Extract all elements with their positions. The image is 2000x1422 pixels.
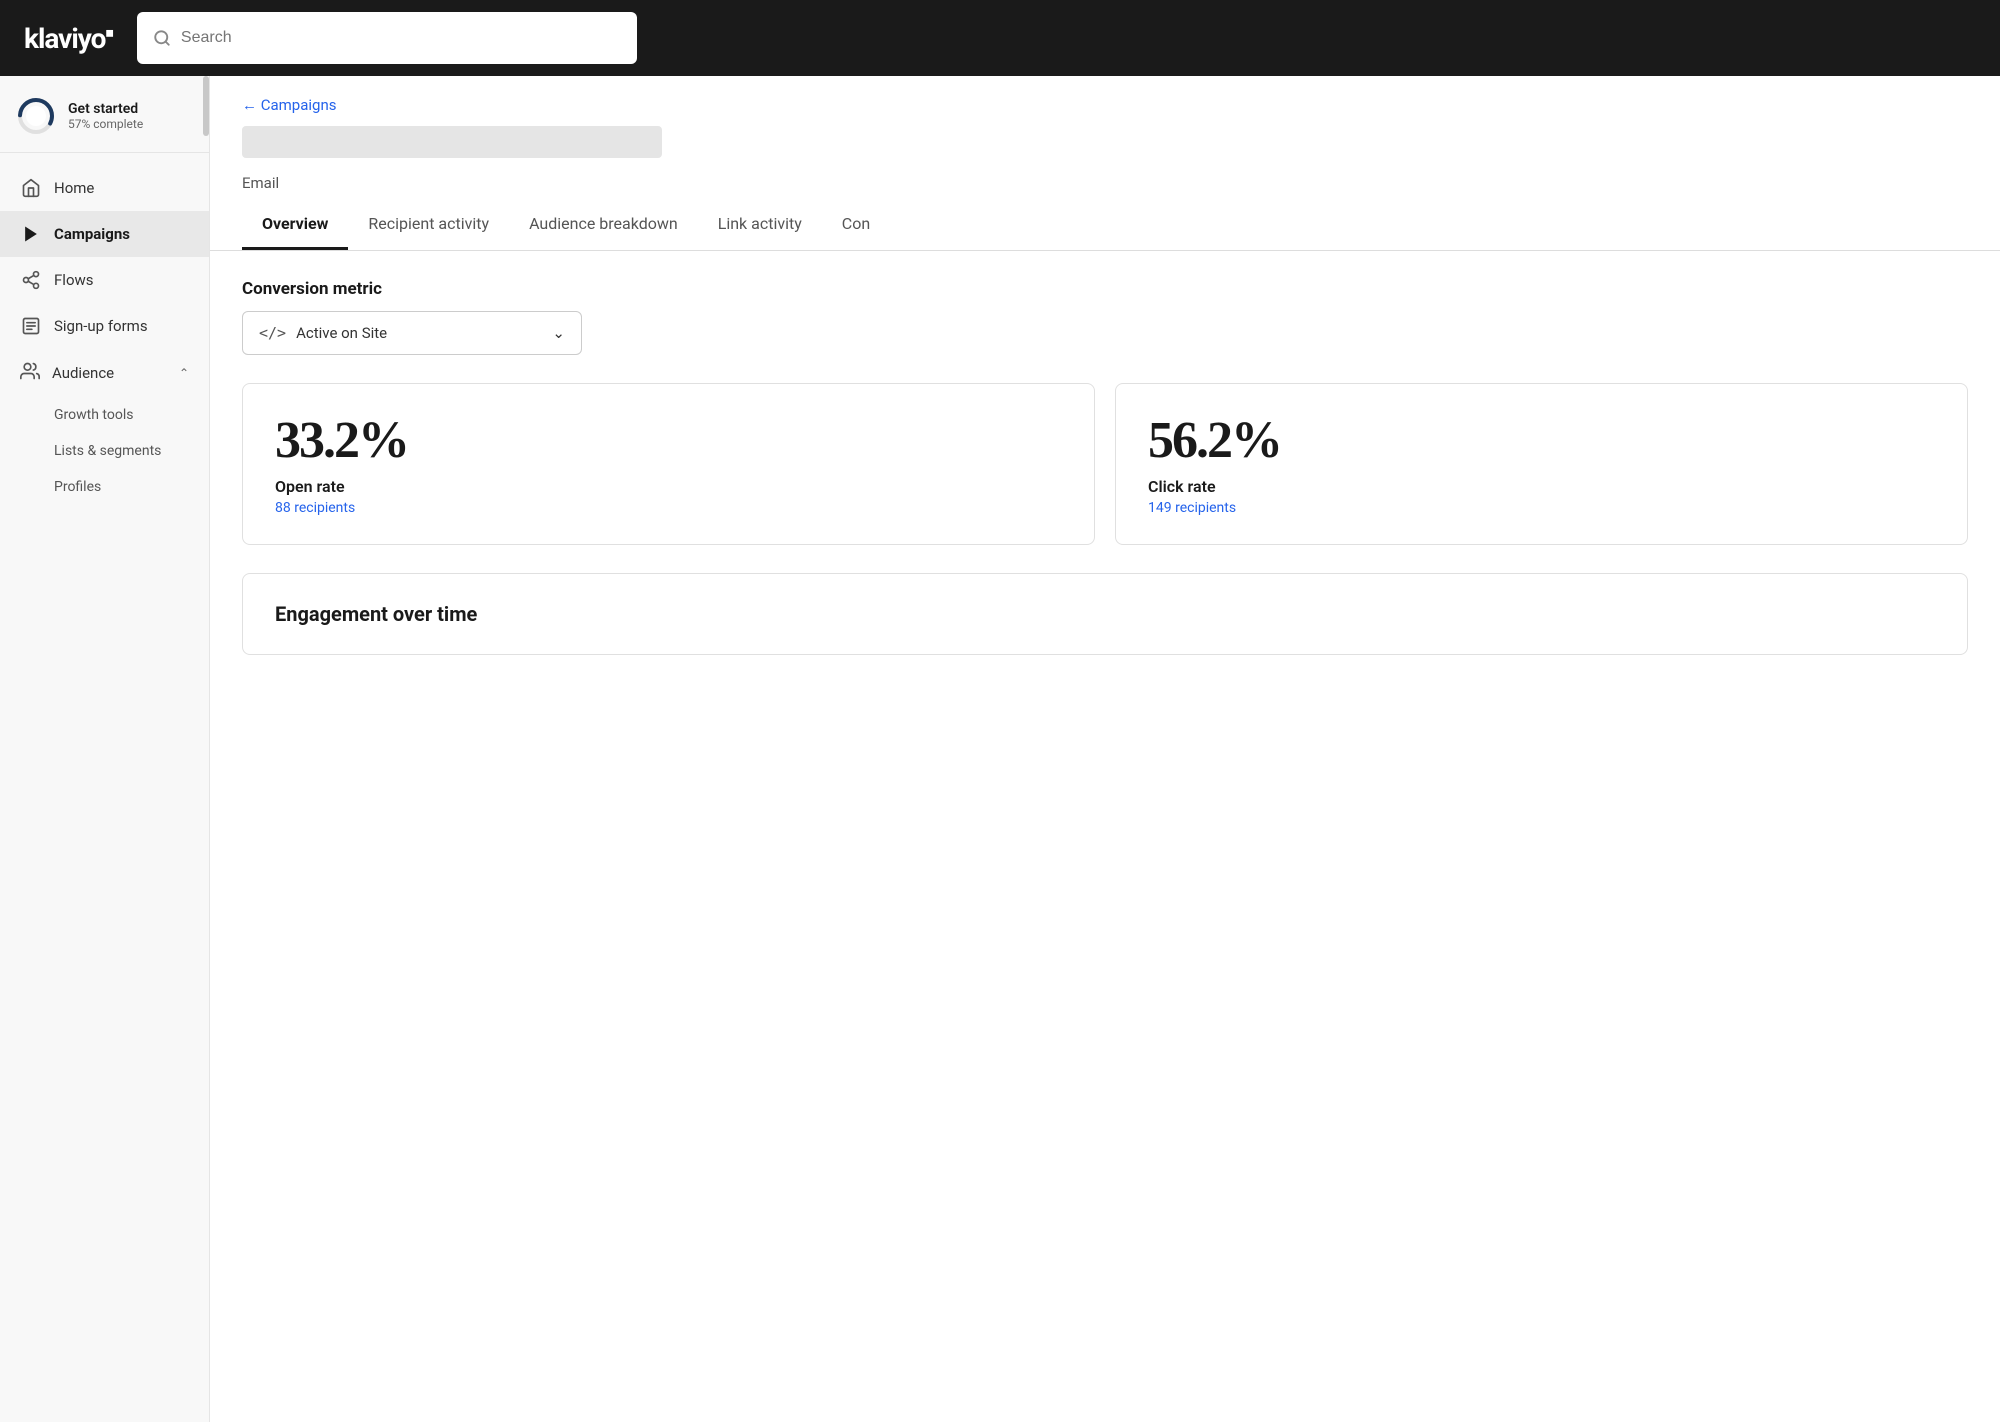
audience-icon bbox=[20, 361, 40, 385]
tab-content[interactable]: Con bbox=[822, 200, 890, 250]
sidebar-item-signup-forms[interactable]: Sign-up forms bbox=[0, 303, 209, 349]
sidebar-item-audience[interactable]: Audience ⌃ bbox=[0, 349, 209, 397]
active-on-site-icon: </> bbox=[259, 324, 286, 342]
open-rate-card: 33.2% Open rate 88 recipients bbox=[242, 383, 1095, 545]
conversion-metric-label: Conversion metric bbox=[242, 279, 1968, 299]
sidebar-item-home[interactable]: Home bbox=[0, 165, 209, 211]
tabs-bar: Overview Recipient activity Audience bre… bbox=[210, 200, 2000, 251]
sidebar-item-home-label: Home bbox=[54, 179, 94, 197]
open-rate-value: 33.2% bbox=[275, 412, 1062, 469]
sidebar-audience-label: Audience bbox=[52, 364, 114, 382]
click-rate-recipients[interactable]: 149 recipients bbox=[1148, 500, 1935, 516]
sidebar-nav: Home Campaigns bbox=[0, 153, 209, 517]
tab-recipient-activity[interactable]: Recipient activity bbox=[348, 200, 509, 250]
breadcrumb: ← Campaigns bbox=[210, 76, 2000, 114]
sidebar-item-profiles[interactable]: Profiles bbox=[0, 469, 209, 505]
campaign-title-area bbox=[210, 114, 2000, 166]
get-started-title: Get started bbox=[68, 101, 143, 117]
sidebar-item-flows[interactable]: Flows bbox=[0, 257, 209, 303]
sidebar-item-flows-label: Flows bbox=[54, 271, 94, 289]
open-rate-recipients[interactable]: 88 recipients bbox=[275, 500, 1062, 516]
campaigns-breadcrumb-link[interactable]: ← Campaigns bbox=[242, 96, 336, 114]
sidebar-item-lists-segments[interactable]: Lists & segments bbox=[0, 433, 209, 469]
top-navigation: klaviyo■ bbox=[0, 0, 2000, 76]
campaign-type-label: Email bbox=[210, 166, 2000, 192]
content-area: Conversion metric </> Active on Site ⌄ 3… bbox=[210, 251, 2000, 683]
get-started-subtitle: 57% complete bbox=[68, 117, 143, 131]
tab-audience-breakdown[interactable]: Audience breakdown bbox=[509, 200, 698, 250]
campaign-title-placeholder bbox=[242, 126, 662, 158]
sidebar-profiles-label: Profiles bbox=[54, 479, 101, 495]
main-content: ← Campaigns Email Overview Recipient act… bbox=[210, 76, 2000, 1422]
sidebar-item-campaigns[interactable]: Campaigns bbox=[0, 211, 209, 257]
search-icon bbox=[153, 29, 171, 47]
signup-forms-icon bbox=[20, 315, 42, 337]
sidebar-lists-segments-label: Lists & segments bbox=[54, 443, 161, 459]
click-rate-label: Click rate bbox=[1148, 477, 1935, 496]
home-icon bbox=[20, 177, 42, 199]
tab-overview[interactable]: Overview bbox=[242, 200, 348, 250]
campaigns-icon bbox=[20, 223, 42, 245]
search-input[interactable] bbox=[181, 29, 621, 47]
click-rate-value: 56.2% bbox=[1148, 412, 1935, 469]
audience-chevron-icon: ⌃ bbox=[179, 366, 189, 380]
get-started-section[interactable]: Get started 57% complete bbox=[0, 76, 209, 153]
click-rate-card: 56.2% Click rate 149 recipients bbox=[1115, 383, 1968, 545]
scrollbar[interactable] bbox=[203, 76, 209, 136]
sidebar-item-campaigns-label: Campaigns bbox=[54, 225, 130, 243]
app-body: Get started 57% complete Home bbox=[0, 76, 2000, 1422]
search-bar[interactable] bbox=[137, 12, 637, 64]
conversion-metric-value: Active on Site bbox=[296, 324, 387, 342]
sidebar: Get started 57% complete Home bbox=[0, 76, 210, 1422]
conversion-metric-dropdown[interactable]: </> Active on Site ⌄ bbox=[242, 311, 582, 355]
app-logo: klaviyo■ bbox=[24, 22, 113, 55]
progress-circle bbox=[16, 96, 56, 136]
metric-cards: 33.2% Open rate 88 recipients 56.2% Clic… bbox=[242, 383, 1968, 545]
sidebar-item-signup-forms-label: Sign-up forms bbox=[54, 317, 148, 335]
open-rate-label: Open rate bbox=[275, 477, 1062, 496]
sidebar-growth-tools-label: Growth tools bbox=[54, 407, 133, 423]
engagement-title: Engagement over time bbox=[275, 602, 1935, 626]
engagement-over-time-card: Engagement over time bbox=[242, 573, 1968, 655]
get-started-text: Get started 57% complete bbox=[68, 101, 143, 131]
flows-icon bbox=[20, 269, 42, 291]
tab-link-activity[interactable]: Link activity bbox=[698, 200, 822, 250]
dropdown-chevron-icon: ⌄ bbox=[552, 324, 565, 342]
sidebar-item-growth-tools[interactable]: Growth tools bbox=[0, 397, 209, 433]
